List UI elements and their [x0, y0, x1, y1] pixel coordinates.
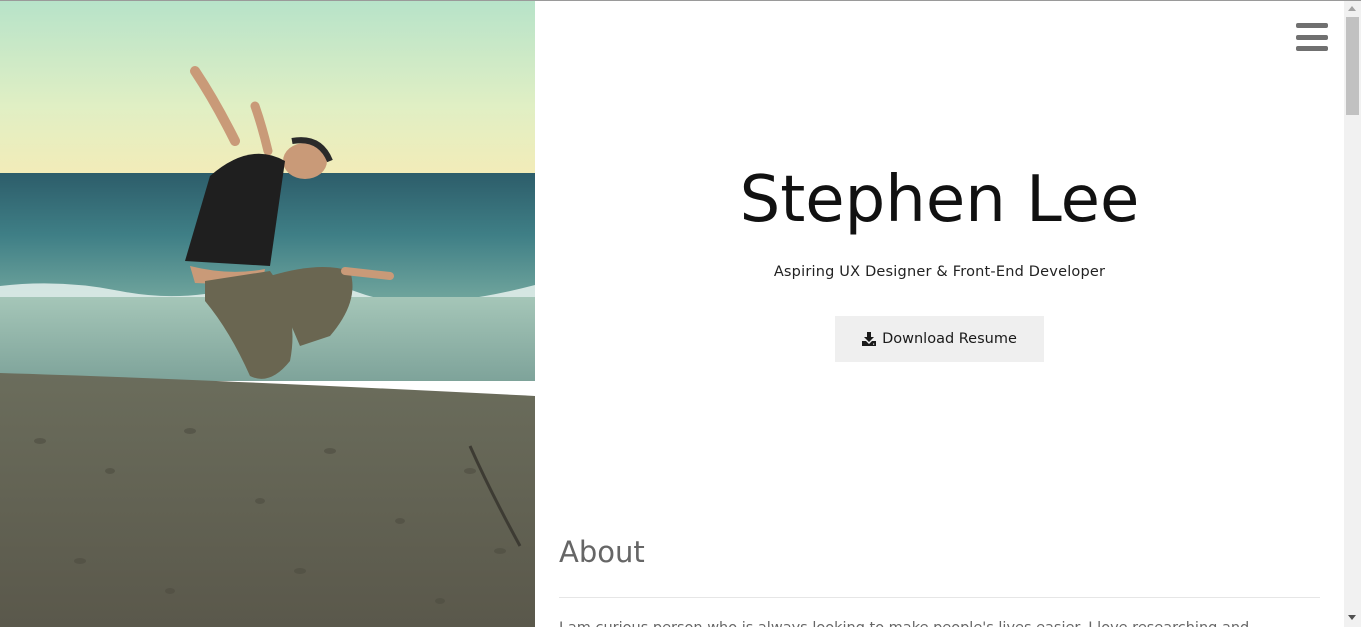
download-resume-label: Download Resume — [882, 331, 1017, 347]
main-content: Stephen Lee Aspiring UX Designer & Front… — [535, 1, 1344, 627]
menu-bar-middle — [1296, 34, 1328, 40]
hero-tagline: Aspiring UX Designer & Front-End Develop… — [773, 264, 1106, 280]
about-divider — [559, 597, 1320, 598]
hero-photo — [0, 1, 535, 627]
vertical-scrollbar[interactable] — [1344, 1, 1361, 627]
hero-name: Stephen Lee — [739, 163, 1140, 237]
about-heading: About — [559, 535, 645, 569]
scrollbar-thumb[interactable] — [1346, 17, 1359, 115]
about-text: I am curious person who is always lookin… — [559, 618, 1320, 627]
scroll-up-arrow-icon[interactable] — [1348, 6, 1356, 11]
scroll-down-arrow-icon[interactable] — [1348, 615, 1356, 620]
hamburger-menu-icon[interactable] — [1296, 23, 1328, 51]
download-resume-button[interactable]: Download Resume — [835, 316, 1044, 362]
download-icon — [862, 332, 877, 346]
menu-bar-top — [1296, 23, 1328, 28]
menu-bar-bottom — [1296, 46, 1328, 51]
